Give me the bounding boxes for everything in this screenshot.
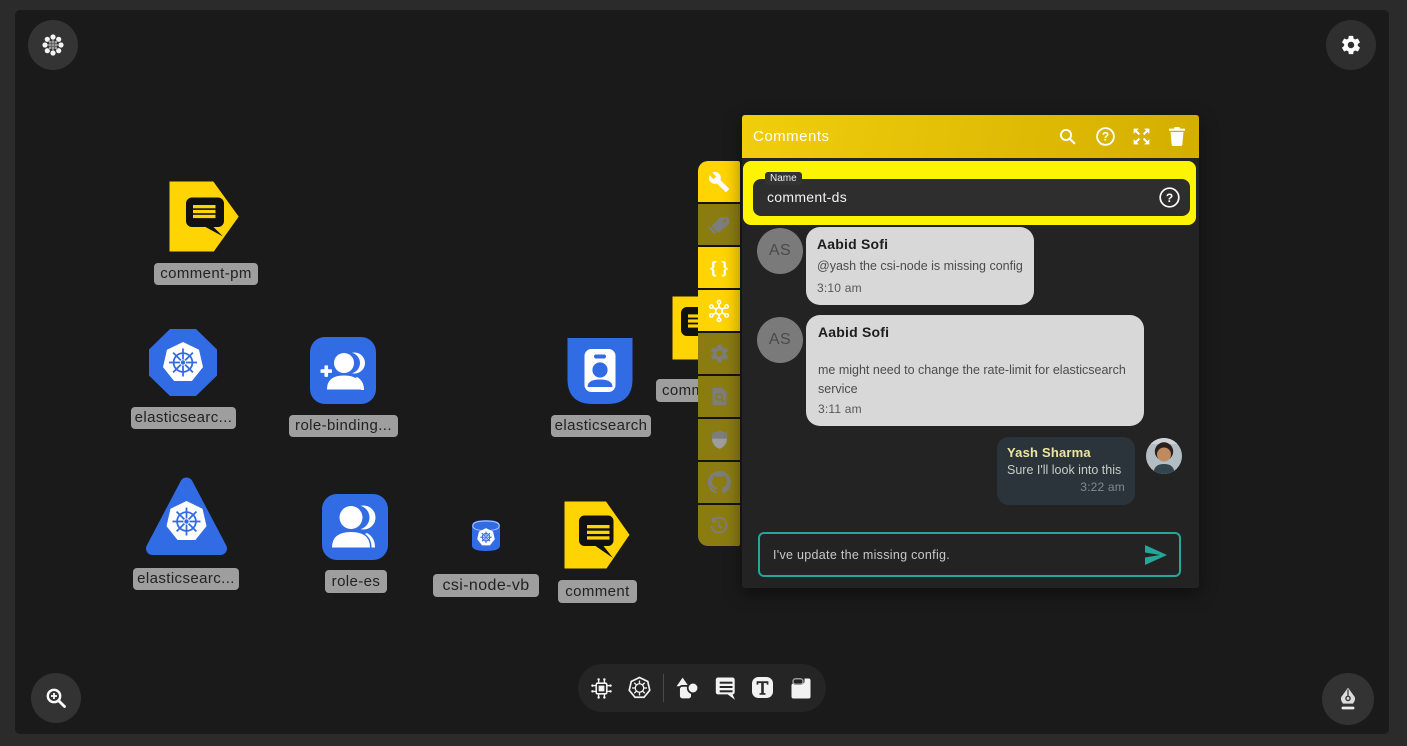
svg-text:?: ? <box>1166 191 1173 205</box>
svg-text:?: ? <box>1102 130 1109 144</box>
svg-text:{ }: { } <box>710 258 728 277</box>
